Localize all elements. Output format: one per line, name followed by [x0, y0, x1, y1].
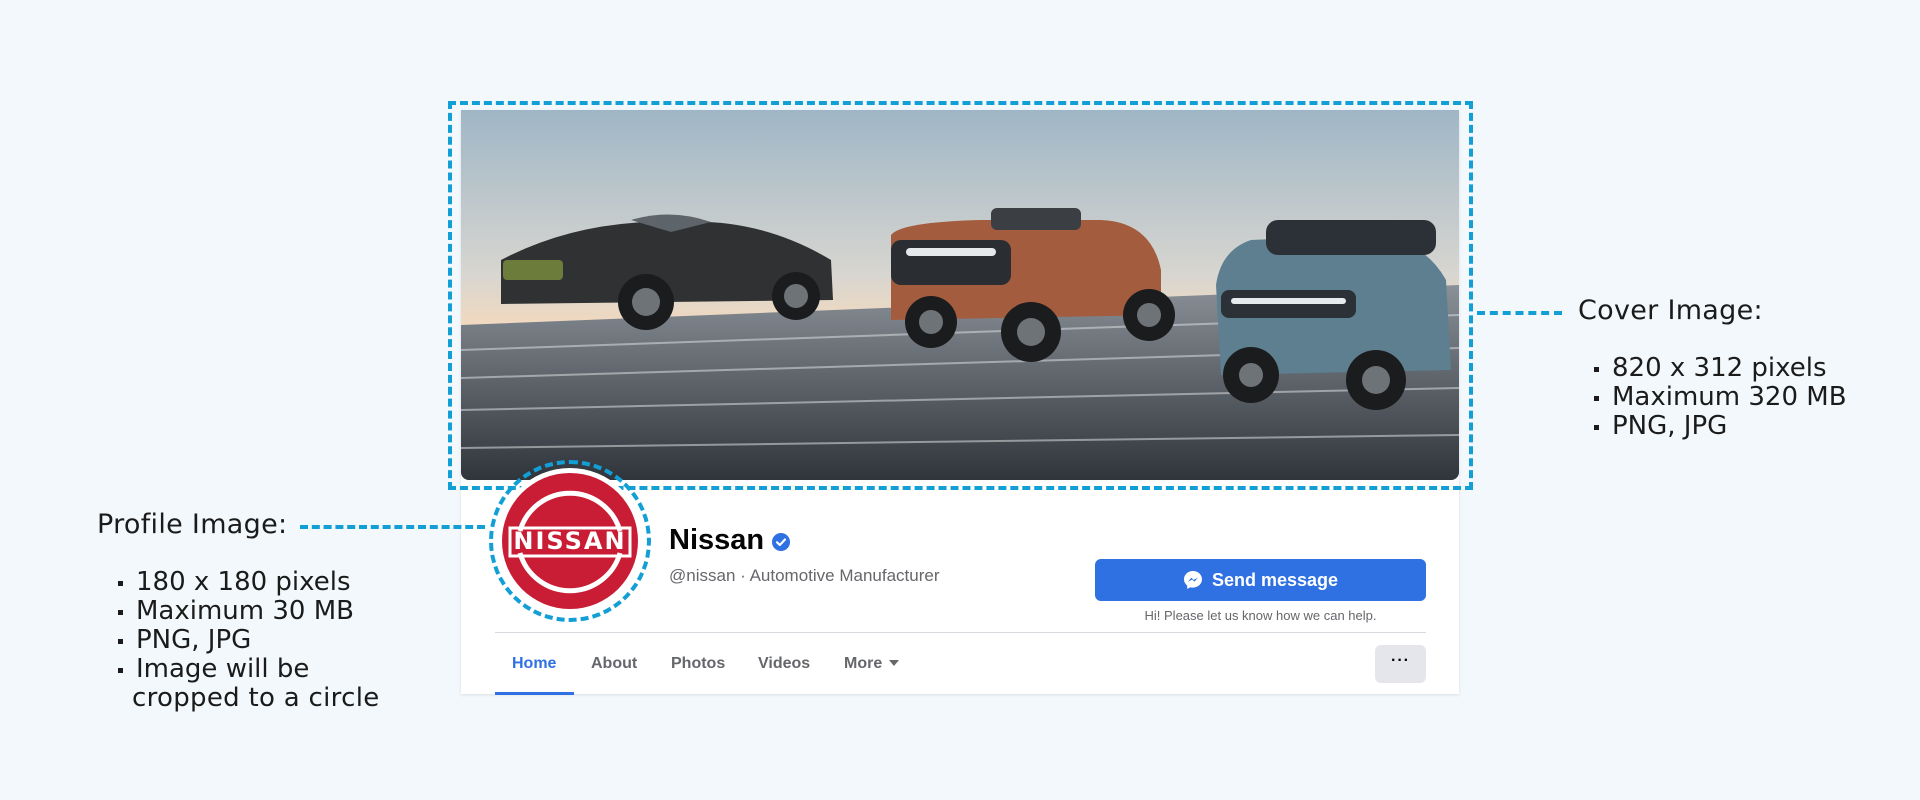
cover-guide-line	[1477, 311, 1562, 315]
cover-annotation-title: Cover Image:	[1578, 295, 1763, 326]
profile-guide-line	[300, 525, 485, 529]
tab-home[interactable]: Home	[512, 654, 556, 674]
cover-spec-size: 820 x 312 pixels	[1592, 354, 1847, 383]
send-message-button[interactable]: Send message	[1095, 559, 1426, 601]
profile-spec-size: 180 x 180 pixels	[116, 568, 354, 597]
send-message-label: Send message	[1211, 569, 1339, 590]
cover-annotation-specs: 820 x 312 pixels Maximum 320 MB PNG, JPG	[1592, 354, 1847, 441]
profile-spec-max: Maximum 30 MB	[116, 597, 354, 626]
page-title: Nissan	[669, 524, 765, 556]
profile-spec-format: PNG, JPG	[116, 626, 354, 655]
active-tab-indicator	[495, 692, 574, 695]
page-subtitle: @nissan · Automotive Manufacturer	[669, 566, 940, 585]
profile-guide-outline	[489, 460, 651, 622]
verified-badge-icon	[772, 533, 790, 551]
header-divider	[495, 632, 1426, 633]
profile-spec-crop: Image will be	[116, 655, 354, 684]
send-message-hint: Hi! Please let us know how we can help.	[1144, 608, 1377, 623]
more-options-icon: ···	[1391, 652, 1410, 669]
profile-annotation-title: Profile Image:	[97, 509, 288, 540]
tab-videos[interactable]: Videos	[758, 654, 810, 674]
tab-photos[interactable]: Photos	[671, 654, 725, 674]
cover-spec-max: Maximum 320 MB	[1592, 383, 1847, 412]
cover-spec-format: PNG, JPG	[1592, 412, 1847, 441]
cover-guide-outline	[448, 101, 1473, 490]
profile-annotation-specs: 180 x 180 pixels Maximum 30 MB PNG, JPG …	[116, 568, 354, 684]
caret-down-icon	[889, 660, 900, 666]
profile-spec-crop-continued: cropped to a circle	[132, 683, 380, 713]
tab-more[interactable]: More	[844, 654, 900, 674]
messenger-icon	[1183, 571, 1202, 589]
more-options-button[interactable]: ···	[1375, 645, 1426, 683]
tab-more-label: More	[844, 655, 883, 672]
tab-about[interactable]: About	[591, 654, 637, 674]
